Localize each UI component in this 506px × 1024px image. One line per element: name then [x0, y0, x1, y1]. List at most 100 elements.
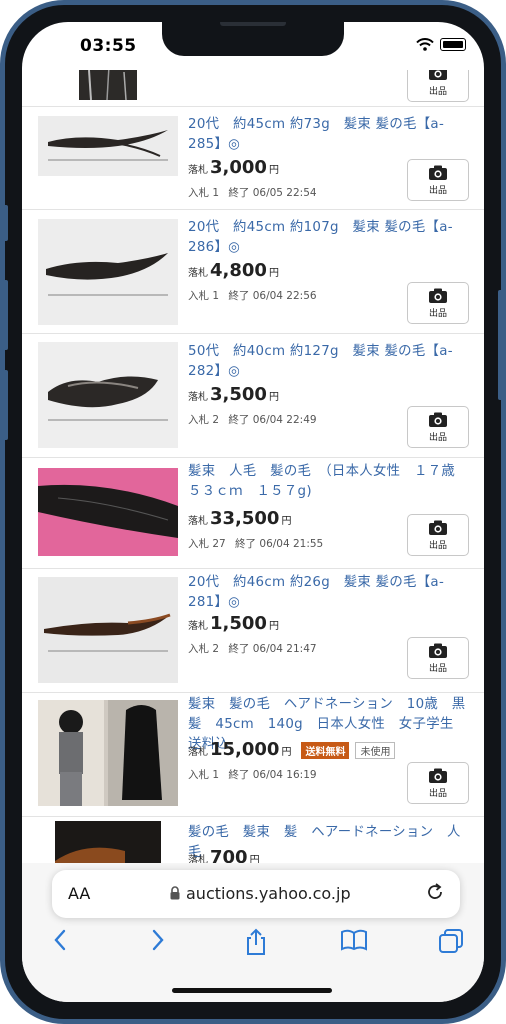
- item-thumbnail[interactable]: [79, 70, 137, 100]
- battery-icon: [440, 38, 466, 51]
- bid-count: 入札 1: [188, 187, 220, 199]
- price-label: 落札: [188, 621, 208, 632]
- item-thumbnail[interactable]: [38, 342, 178, 448]
- currency-label: 円: [268, 392, 279, 403]
- listing-button-label: 出品: [428, 789, 447, 799]
- camera-icon: [429, 643, 447, 658]
- item-meta: 入札 2 終了 06/04 21:47: [188, 641, 317, 656]
- item-meta: 入札 2 終了 06/04 22:49: [188, 412, 317, 427]
- item-price: 15,000: [210, 739, 280, 760]
- listing-camera-button[interactable]: 出品: [407, 282, 469, 324]
- notch: [162, 22, 344, 56]
- price-row: 落札 15,000 円 送料無料 未使用: [188, 739, 396, 760]
- listing-button-label: 出品: [428, 309, 447, 319]
- reload-icon[interactable]: [426, 883, 444, 901]
- status-icons: [416, 38, 466, 51]
- item-thumbnail[interactable]: [38, 577, 178, 683]
- price-label: 落札: [188, 268, 208, 279]
- listing-button-label: 出品: [428, 87, 447, 97]
- item-title[interactable]: 20代 約46cm 約26g 髪束 髪の毛【a-281】◎: [188, 573, 474, 613]
- reader-settings-button[interactable]: AA: [68, 884, 90, 903]
- item-thumbnail[interactable]: [55, 821, 161, 863]
- mute-switch: [2, 205, 8, 241]
- bid-count: 入札 2: [188, 414, 220, 426]
- price-label: 落札: [188, 855, 208, 863]
- camera-icon: [429, 412, 447, 427]
- list-item[interactable]: 髪束 髪の毛 ヘアドネーション 10歳 黒髪 45cm 140g 日本人女性 女…: [22, 693, 484, 817]
- share-icon[interactable]: [244, 928, 268, 956]
- list-item[interactable]: 20代 約46cm 約26g 髪束 髪の毛【a-281】◎ 落札 1,500 円…: [22, 569, 484, 693]
- item-meta: 入札 1 終了 06/04 22:56: [188, 288, 317, 303]
- volume-down-button: [2, 370, 8, 440]
- item-thumbnail[interactable]: [38, 468, 178, 556]
- currency-label: 円: [268, 268, 279, 279]
- price-row: 落札 33,500 円: [188, 508, 291, 529]
- bid-count: 入札 2: [188, 643, 220, 655]
- item-thumbnail[interactable]: [38, 116, 178, 176]
- address-bar[interactable]: AA auctions.yahoo.co.jp: [52, 870, 460, 918]
- listing-camera-button[interactable]: 出品: [407, 70, 469, 102]
- item-title[interactable]: 髪束 人毛 髪の毛 （日本人女性 １７歳 ５３ｃｍ １５７g): [188, 462, 474, 502]
- status-time: 03:55: [80, 36, 137, 56]
- item-price: 4,800: [210, 260, 267, 281]
- price-row: 落札 3,000 円: [188, 157, 279, 178]
- listing-camera-button[interactable]: 出品: [407, 762, 469, 804]
- url-text[interactable]: auctions.yahoo.co.jp: [186, 884, 351, 903]
- item-title[interactable]: 20代 約45cm 約107g 髪束 髪の毛【a-286】◎: [188, 218, 474, 258]
- back-icon[interactable]: [52, 928, 68, 952]
- item-price: 3,500: [210, 384, 267, 405]
- end-time: 終了 06/04 22:49: [228, 414, 317, 426]
- price-label: 落札: [188, 165, 208, 176]
- list-item[interactable]: 20代 約45cm 約73g 髪束 髪の毛【a-285】◎ 落札 3,000 円…: [22, 107, 484, 210]
- item-price: 700: [210, 847, 248, 863]
- home-indicator: [172, 988, 332, 993]
- volume-up-button: [2, 280, 8, 350]
- list-item[interactable]: 髪束 人毛 髪の毛 （日本人女性 １７歳 ５３ｃｍ １５７g) 落札 33,50…: [22, 458, 484, 569]
- item-price: 33,500: [210, 508, 280, 529]
- listing-button-label: 出品: [428, 664, 447, 674]
- end-time: 終了 06/04 16:19: [228, 769, 317, 781]
- camera-icon: [429, 520, 447, 535]
- price-row: 落札 700 円: [188, 847, 260, 863]
- list-item[interactable]: 髪の毛 髪束 髪 ヘアードネーション 人毛 落札 700 円: [22, 817, 484, 863]
- list-item[interactable]: 20代 約45cm 約107g 髪束 髪の毛【a-286】◎ 落札 4,800 …: [22, 210, 484, 334]
- listing-camera-button[interactable]: 出品: [407, 406, 469, 448]
- camera-icon: [429, 288, 447, 303]
- price-row: 落札 3,500 円: [188, 384, 279, 405]
- listing-button-label: 出品: [428, 433, 447, 443]
- item-price: 1,500: [210, 613, 267, 634]
- currency-label: 円: [268, 165, 279, 176]
- currency-label: 円: [281, 747, 292, 758]
- price-row: 落札 1,500 円: [188, 613, 279, 634]
- auction-results-list[interactable]: 出品 20代 約45cm 約73g 髪束 髪の毛【a-285】◎ 落札 3,00…: [22, 70, 484, 863]
- end-time: 終了 06/05 22:54: [228, 187, 317, 199]
- listing-camera-button[interactable]: 出品: [407, 159, 469, 201]
- item-meta: 入札 27 終了 06/04 21:55: [188, 536, 323, 551]
- item-title[interactable]: 20代 約45cm 約73g 髪束 髪の毛【a-285】◎: [188, 115, 474, 155]
- tabs-icon[interactable]: [438, 928, 464, 954]
- price-label: 落札: [188, 516, 208, 527]
- unused-badge: 未使用: [355, 742, 396, 759]
- end-time: 終了 06/04 21:47: [228, 643, 317, 655]
- price-label: 落札: [188, 747, 208, 758]
- list-item[interactable]: 出品: [22, 70, 484, 107]
- end-time: 終了 06/04 21:55: [235, 538, 324, 550]
- item-meta: 入札 1 終了 06/04 16:19: [188, 767, 317, 782]
- bookmarks-icon[interactable]: [340, 928, 368, 952]
- camera-icon: [429, 768, 447, 783]
- bid-count: 入札 1: [188, 290, 220, 302]
- item-thumbnail[interactable]: [38, 700, 178, 806]
- price-label: 落札: [188, 392, 208, 403]
- forward-icon[interactable]: [150, 928, 166, 952]
- listing-button-label: 出品: [428, 186, 447, 196]
- free-shipping-badge: 送料無料: [301, 742, 350, 759]
- listing-camera-button[interactable]: 出品: [407, 514, 469, 556]
- camera-icon: [429, 70, 447, 80]
- item-title[interactable]: 50代 約40cm 約127g 髪束 髪の毛【a-282】◎: [188, 342, 474, 382]
- item-price: 3,000: [210, 157, 267, 178]
- item-thumbnail[interactable]: [38, 219, 178, 325]
- list-item[interactable]: 50代 約40cm 約127g 髪束 髪の毛【a-282】◎ 落札 3,500 …: [22, 334, 484, 458]
- currency-label: 円: [281, 516, 292, 527]
- listing-button-label: 出品: [428, 541, 447, 551]
- listing-camera-button[interactable]: 出品: [407, 637, 469, 679]
